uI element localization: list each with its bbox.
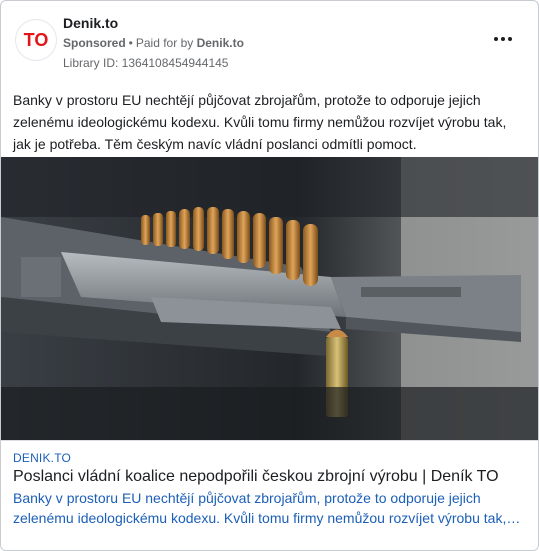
ammunition-production-image bbox=[1, 157, 538, 440]
link-domain[interactable]: DENIK.TO bbox=[13, 451, 71, 465]
page-name[interactable]: Denik.to bbox=[63, 15, 118, 31]
denik-to-logo-icon: TO bbox=[24, 30, 49, 50]
logo-text: TO bbox=[24, 30, 49, 50]
link-title[interactable]: Poslanci vládní koalice nepodpořili česk… bbox=[13, 468, 499, 486]
more-dot-icon bbox=[508, 37, 512, 41]
link-description[interactable]: Banky v prostoru EU nechtějí půjčovat zb… bbox=[13, 488, 521, 528]
ad-body-text: Banky v prostoru EU nechtějí půjčovat zb… bbox=[13, 92, 507, 152]
link-preview[interactable]: DENIK.TO Poslanci vládní koalice nepodpo… bbox=[1, 440, 538, 550]
library-id: Library ID: 1364108454944145 bbox=[63, 56, 229, 70]
payer-name[interactable]: Denik.to bbox=[197, 36, 244, 50]
more-dot-icon bbox=[501, 37, 505, 41]
separator-dot: • bbox=[128, 36, 133, 50]
paid-for-by-label: Paid for by bbox=[135, 36, 194, 50]
sponsored-meta: Sponsored • Paid for by Denik.to bbox=[63, 36, 244, 50]
ad-header: TO Denik.to Sponsored • Paid for by Denik.… bbox=[13, 13, 526, 73]
ad-card: TO Denik.to Sponsored • Paid for by Denik.… bbox=[0, 0, 539, 551]
sponsored-label: Sponsored bbox=[63, 36, 126, 50]
more-dot-icon bbox=[494, 37, 498, 41]
ad-image[interactable] bbox=[1, 157, 538, 440]
page-avatar[interactable]: TO bbox=[15, 19, 57, 61]
more-options-button[interactable] bbox=[490, 31, 516, 47]
